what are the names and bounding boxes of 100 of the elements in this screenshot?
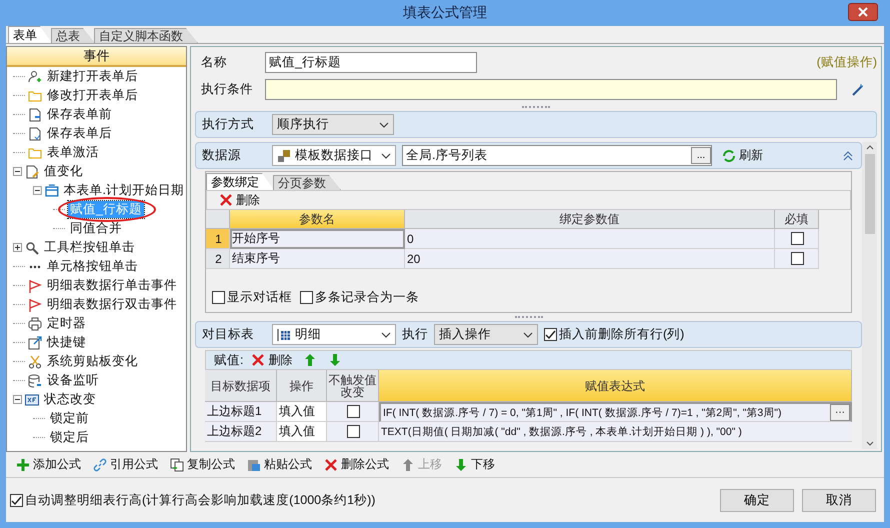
name-field[interactable]: 赋值_行标题 — [265, 52, 477, 73]
column-header: 绑定参数值 — [405, 210, 775, 229]
external-link-icon — [28, 336, 42, 350]
plus-box-icon[interactable] — [13, 243, 22, 252]
checkbox[interactable] — [544, 328, 557, 341]
tree-item[interactable]: 同值合并 — [68, 220, 124, 237]
dialog-button[interactable]: 确定 — [720, 488, 794, 512]
caret-icon — [381, 332, 391, 338]
column-header: 不触发值改变 — [327, 370, 379, 402]
clipboard-icon — [247, 458, 261, 472]
tab[interactable]: 参数绑定 — [206, 173, 274, 190]
checkbox[interactable] — [300, 291, 313, 304]
document-check-icon — [28, 126, 42, 140]
scroll-up-icon[interactable] — [866, 144, 874, 150]
tree-item[interactable]: 保存表单前 — [45, 106, 114, 123]
tree-item[interactable]: 锁定后 — [48, 429, 91, 446]
row-number[interactable]: 2 — [206, 249, 230, 269]
tree-item[interactable]: 保存表单后 — [45, 125, 114, 142]
table-cell: 上边标题1 — [205, 402, 277, 422]
tree-item[interactable]: 明细表数据行单击事件 — [45, 277, 179, 294]
delete-button[interactable]: 删除 — [247, 352, 296, 368]
tab[interactable]: 表单 — [8, 26, 52, 43]
column-header: 必填 — [775, 210, 819, 229]
tab[interactable]: 总表 — [51, 28, 95, 43]
template-icon — [277, 148, 291, 162]
copy-icon — [170, 458, 184, 472]
checkbox[interactable] — [347, 405, 360, 418]
name-label: 名称 — [200, 54, 228, 71]
minus-box-icon[interactable] — [33, 186, 42, 195]
target-select[interactable]: 明细 — [272, 324, 396, 345]
up-arrow-icon — [401, 458, 415, 472]
link-icon — [93, 458, 107, 472]
checkbox[interactable] — [791, 252, 804, 265]
condition-field[interactable] — [265, 79, 837, 100]
toolbar-button[interactable]: 添加公式 — [12, 456, 85, 473]
checkbox-label: 插入前删除所有行(列) — [559, 326, 684, 343]
expression-cell[interactable]: TEXT(日期值( 日期加减( "dd" , 数据源.序号 , 本表单.计划开始日期 ) ), "00" ) — [379, 422, 852, 442]
tree-item[interactable]: 定时器 — [45, 315, 88, 332]
tab[interactable]: 分页参数 — [273, 175, 341, 190]
toolbar-button[interactable]: 引用公式 — [89, 456, 162, 473]
dialog-button[interactable]: 取消 — [802, 488, 876, 512]
table-cell: 20 — [405, 249, 775, 269]
checkbox-label: 多条记录合为一条 — [315, 289, 419, 306]
delete-button[interactable]: 删除 — [215, 192, 264, 208]
scrollbar[interactable] — [862, 142, 877, 449]
exec-select[interactable]: 插入操作 — [434, 324, 538, 345]
tab[interactable]: 自定义脚本函数 — [94, 28, 198, 43]
tree-item[interactable]: 单元格按钮单击 — [45, 258, 140, 275]
tree-item[interactable]: 锁定前 — [48, 410, 91, 427]
toolbar-button[interactable]: 复制公式 — [166, 456, 239, 473]
tree-item[interactable]: 本表单.计划开始日期 — [62, 182, 186, 199]
tree-item[interactable]: 值变化 — [42, 163, 85, 180]
tree-item[interactable]: 系统剪贴板变化 — [45, 353, 140, 370]
scroll-down-icon[interactable] — [866, 441, 874, 447]
edit-button[interactable]: ··· — [830, 404, 850, 421]
minus-box-icon[interactable] — [13, 167, 22, 176]
checkbox[interactable] — [347, 425, 360, 438]
source-select[interactable]: 模板数据接口 — [272, 145, 396, 166]
wand-icon[interactable] — [851, 82, 865, 96]
collapse-icon[interactable] — [843, 150, 853, 160]
tree-item[interactable]: 修改打开表单后 — [45, 87, 140, 104]
tree-item[interactable]: 快捷键 — [45, 334, 88, 351]
tree-item[interactable]: 表单激活 — [45, 144, 101, 161]
checkbox[interactable] — [791, 232, 804, 245]
caret-icon — [523, 332, 533, 338]
table-cell: 0 — [405, 229, 775, 249]
tree-item[interactable]: 明细表数据行双击事件 — [45, 296, 179, 313]
tree-item[interactable]: 设备监听 — [45, 372, 101, 389]
exec-label: 执行 — [402, 326, 428, 343]
scissors-icon — [28, 354, 42, 368]
checkbox-label: 显示对话框 — [227, 289, 292, 306]
browse-button[interactable]: ... — [691, 147, 711, 164]
table-cell: 填入值 — [277, 402, 327, 422]
toolbar-button[interactable]: 粘贴公式 — [243, 456, 316, 473]
folder-icon — [28, 88, 42, 102]
exec-mode-select[interactable]: 顺序执行 — [272, 114, 394, 135]
checkbox[interactable] — [212, 291, 225, 304]
minus-box-icon[interactable] — [13, 395, 22, 404]
flag-icon — [28, 278, 42, 292]
tree-item[interactable]: 状态改变 — [42, 391, 98, 408]
expression-cell[interactable]: IF( INT( 数据源.序号 / 7) = 0, "第1周" , IF( INT( 数据源.序号 / 7)=1 , "第2周", "第3周") ··· — [379, 402, 852, 422]
tree-item[interactable]: 新建打开表单后 — [45, 68, 140, 85]
row-number[interactable]: 1 — [206, 229, 230, 249]
toolbar-button[interactable]: 删除公式 — [320, 456, 393, 473]
flag-icon — [28, 298, 42, 312]
folder-icon — [28, 146, 42, 160]
database-icon — [28, 374, 42, 388]
source-path-field[interactable]: 全局.序号列表 ... — [402, 145, 712, 166]
tree-item[interactable]: 工具栏按钮单击 — [42, 239, 137, 256]
checkbox[interactable] — [10, 494, 23, 506]
delete-icon — [251, 353, 266, 367]
column-header: 目标数据项 — [205, 370, 277, 402]
toolbar-button[interactable]: 下移 — [450, 456, 499, 473]
refresh-button[interactable]: 刷新 — [718, 147, 767, 164]
target-label: 对目标表 — [201, 326, 255, 343]
scrollbar-thumb[interactable] — [864, 154, 874, 234]
close-button[interactable] — [848, 3, 878, 21]
down-arrow-icon — [328, 353, 342, 367]
assign-label: 赋值: — [214, 352, 244, 368]
column-header: 操作 — [277, 370, 327, 402]
